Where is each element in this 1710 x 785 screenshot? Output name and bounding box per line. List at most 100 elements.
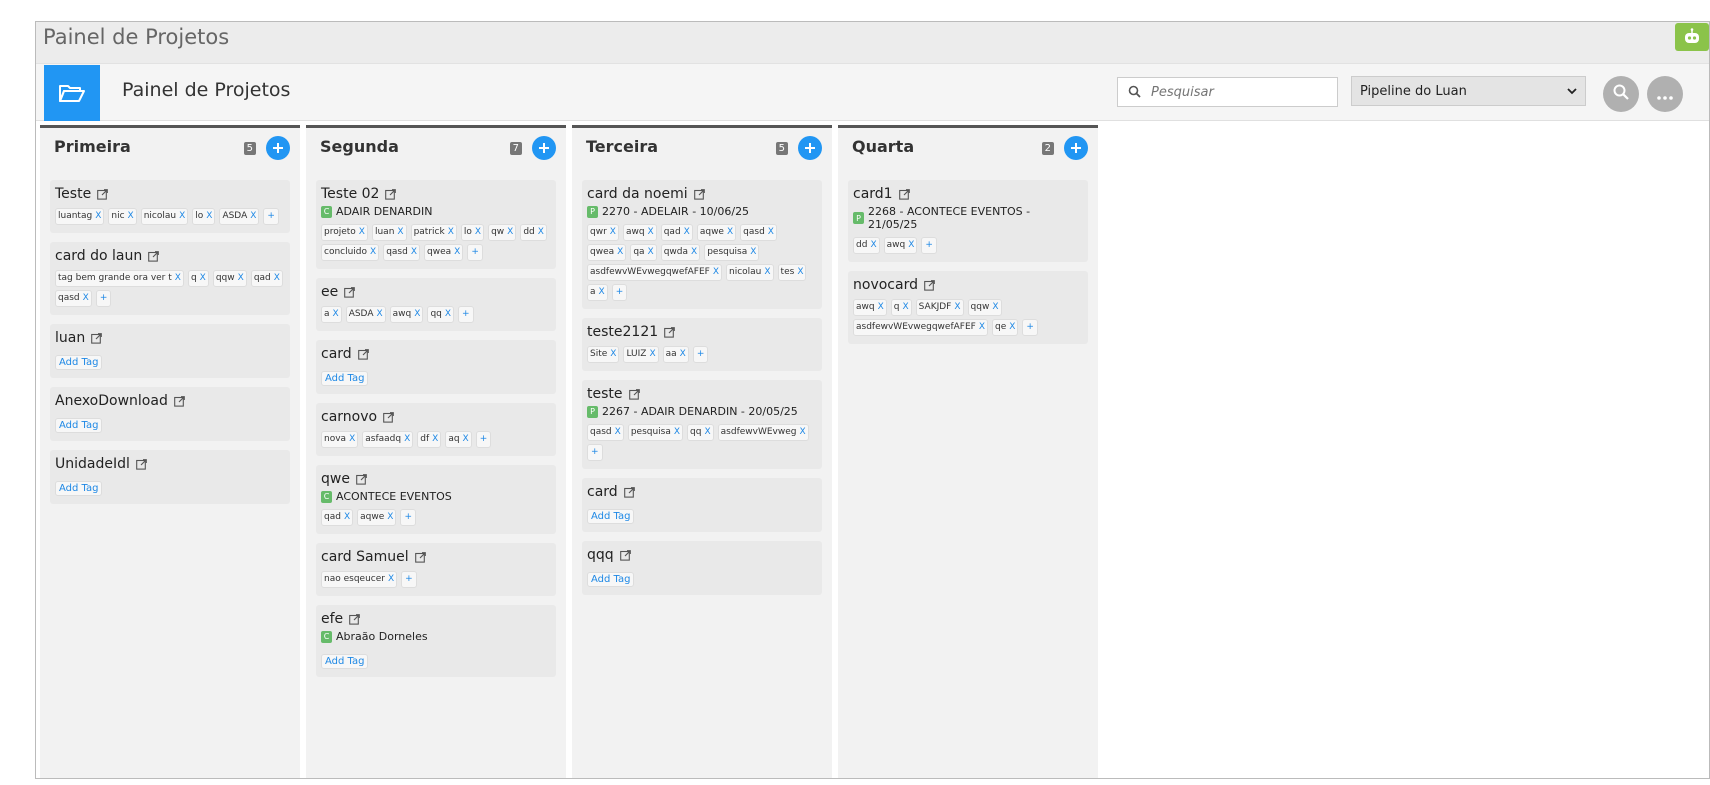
kanban-card[interactable]: card Add Tag — [316, 340, 556, 394]
remove-tag-button[interactable]: X — [674, 426, 680, 439]
remove-tag-button[interactable]: X — [414, 308, 420, 321]
external-link-icon[interactable] — [628, 388, 640, 400]
add-tag-button[interactable]: + — [263, 208, 279, 225]
kanban-card[interactable]: Teste luantag Xnic Xnicolau Xlo X ASDA X + — [50, 180, 290, 233]
external-link-icon[interactable] — [91, 332, 103, 344]
add-tag-button[interactable]: + — [692, 346, 709, 363]
card-title[interactable]: card da noemi — [587, 186, 688, 202]
add-tag-button[interactable]: Add Tag — [321, 371, 369, 386]
remove-tag-button[interactable]: X — [800, 426, 806, 439]
folder-open-icon[interactable] — [44, 65, 100, 121]
add-tag-button[interactable]: + — [611, 284, 628, 301]
card-title[interactable]: card1 — [853, 186, 893, 202]
remove-tag-button[interactable]: X — [333, 308, 339, 321]
card-title[interactable]: Teste 02 — [321, 186, 379, 202]
add-tag-button[interactable]: + — [401, 571, 417, 588]
remove-tag-button[interactable]: X — [411, 246, 417, 259]
remove-tag-button[interactable]: X — [713, 266, 719, 279]
external-link-icon[interactable] — [356, 473, 367, 485]
add-card-button[interactable] — [798, 136, 822, 160]
kanban-card[interactable]: luan Add Tag — [50, 324, 290, 378]
external-link-icon[interactable] — [344, 286, 356, 298]
kanban-card[interactable]: teste2121 Site X LUIZ Xaa X + — [582, 318, 822, 371]
add-tag-button[interactable]: + — [1022, 319, 1038, 336]
card-title[interactable]: ee — [321, 284, 338, 300]
kanban-card[interactable]: card da noemi P 2270 - ADELAIR - 10/06/25 q… — [582, 180, 822, 309]
external-link-icon[interactable] — [349, 613, 361, 625]
kanban-card[interactable]: card Samuel nao esqeucer X + — [316, 543, 556, 596]
add-tag-button[interactable]: + — [458, 306, 474, 323]
remove-tag-button[interactable]: X — [610, 226, 616, 239]
remove-tag-button[interactable]: X — [95, 210, 101, 223]
remove-tag-button[interactable]: X — [370, 246, 376, 259]
add-tag-button[interactable]: + — [95, 290, 112, 307]
remove-tag-button[interactable]: X — [680, 348, 686, 361]
add-tag-button[interactable]: Add Tag — [55, 418, 103, 433]
external-link-icon[interactable] — [623, 486, 635, 498]
add-tag-button[interactable]: Add Tag — [55, 355, 103, 370]
card-title[interactable]: carnovo — [321, 409, 377, 425]
remove-tag-button[interactable]: X — [454, 246, 460, 259]
card-title[interactable]: novocard — [853, 277, 918, 293]
card-title[interactable]: qqq — [587, 547, 614, 563]
card-title[interactable]: card — [321, 346, 352, 362]
remove-tag-button[interactable]: X — [359, 226, 365, 239]
remove-tag-button[interactable]: X — [388, 573, 394, 586]
remove-tag-button[interactable]: X — [344, 511, 350, 524]
add-tag-button[interactable]: + — [921, 237, 937, 254]
search-box[interactable] — [1117, 77, 1338, 107]
kanban-card[interactable]: UnidadeIdl Add Tag — [50, 450, 290, 504]
remove-tag-button[interactable]: X — [902, 301, 908, 314]
remove-tag-button[interactable]: X — [507, 226, 513, 239]
card-title[interactable]: UnidadeIdl — [55, 456, 130, 472]
remove-tag-button[interactable]: X — [404, 433, 410, 446]
external-link-icon[interactable] — [619, 549, 631, 561]
external-link-icon[interactable] — [136, 458, 147, 470]
add-tag-button[interactable]: + — [475, 431, 492, 448]
remove-tag-button[interactable]: X — [238, 272, 244, 285]
remove-tag-button[interactable]: X — [684, 226, 690, 239]
card-title[interactable]: luan — [55, 330, 85, 346]
remove-tag-button[interactable]: X — [387, 511, 393, 524]
remove-tag-button[interactable]: X — [599, 286, 605, 299]
add-tag-button[interactable]: Add Tag — [321, 654, 369, 669]
add-tag-button[interactable]: Add Tag — [55, 481, 103, 496]
kanban-card[interactable]: teste P 2267 - ADAIR DENARDIN - 20/05/25 qa… — [582, 380, 822, 469]
external-link-icon[interactable] — [383, 411, 394, 423]
remove-tag-button[interactable]: X — [648, 246, 654, 259]
remove-tag-button[interactable]: X — [691, 246, 697, 259]
search-input[interactable] — [1149, 83, 1319, 101]
external-link-icon[interactable] — [148, 250, 160, 262]
add-tag-button[interactable]: + — [587, 444, 603, 461]
remove-tag-button[interactable]: X — [954, 301, 960, 314]
card-title[interactable]: Teste — [55, 186, 91, 202]
remove-tag-button[interactable]: X — [377, 308, 383, 321]
remove-tag-button[interactable]: X — [727, 226, 733, 239]
add-card-button[interactable] — [532, 136, 556, 160]
kanban-card[interactable]: qqq Add Tag — [582, 541, 822, 595]
remove-tag-button[interactable]: X — [615, 426, 621, 439]
remove-tag-button[interactable]: X — [750, 246, 756, 259]
card-title[interactable]: teste2121 — [587, 324, 658, 340]
add-tag-button[interactable]: Add Tag — [587, 509, 635, 524]
remove-tag-button[interactable]: X — [349, 433, 355, 446]
remove-tag-button[interactable]: X — [206, 210, 212, 223]
remove-tag-button[interactable]: X — [797, 266, 803, 279]
remove-tag-button[interactable]: X — [1009, 321, 1015, 334]
kanban-card[interactable]: card Add Tag — [582, 478, 822, 532]
kanban-card[interactable]: card do laun tag bem grande ora ver tXqXq… — [50, 242, 290, 315]
remove-tag-button[interactable]: X — [870, 239, 876, 252]
pipeline-select[interactable]: Pipeline do Luan — [1351, 76, 1586, 106]
external-link-icon[interactable] — [385, 188, 397, 200]
remove-tag-button[interactable]: X — [397, 226, 403, 239]
kanban-card[interactable]: novocard awq Xq X SAKJDF Xqqw XasdfewvWEvwegqw… — [848, 271, 1088, 344]
add-tag-button[interactable]: + — [400, 509, 416, 526]
add-card-button[interactable] — [1064, 136, 1088, 160]
remove-tag-button[interactable]: X — [274, 272, 280, 285]
remove-tag-button[interactable]: X — [250, 210, 256, 223]
add-tag-button[interactable]: Add Tag — [587, 572, 635, 587]
remove-tag-button[interactable]: X — [610, 348, 616, 361]
remove-tag-button[interactable]: X — [83, 292, 89, 305]
remove-tag-button[interactable]: X — [445, 308, 451, 321]
card-title[interactable]: efe — [321, 611, 343, 627]
